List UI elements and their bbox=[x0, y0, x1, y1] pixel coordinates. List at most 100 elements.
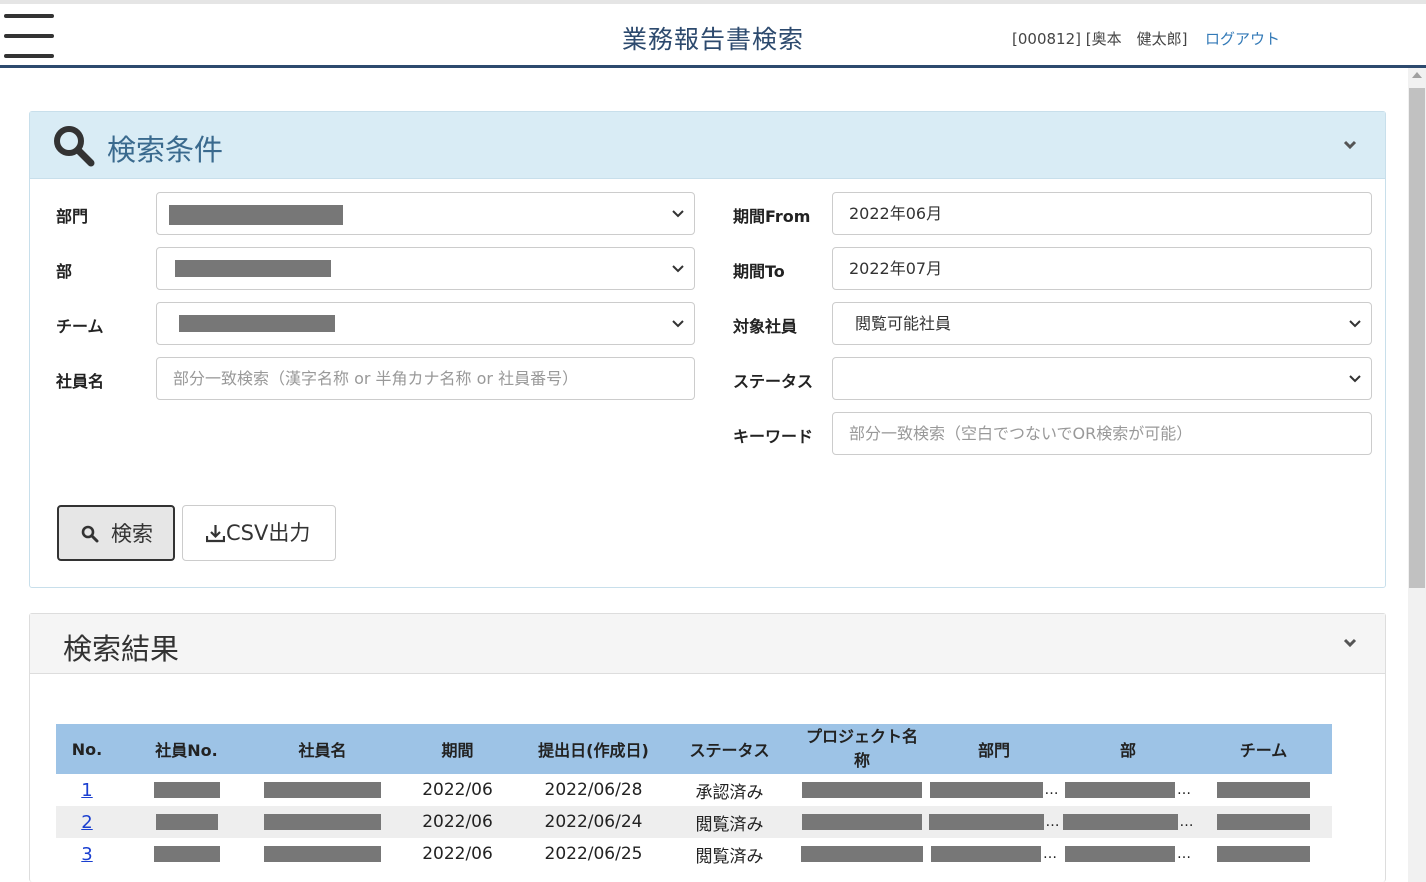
target-employee-select[interactable]: 閲覧可能社員 bbox=[832, 302, 1372, 345]
submitted-date-cell: 2022/06/24 bbox=[544, 812, 643, 832]
search-button-label: 検索 bbox=[111, 522, 153, 546]
download-icon bbox=[206, 525, 225, 543]
redacted-value bbox=[802, 782, 922, 798]
redacted-value bbox=[929, 782, 1043, 798]
target-employee-value: 閲覧可能社員 bbox=[855, 314, 952, 333]
results-panel-title: 検索結果 bbox=[63, 632, 180, 666]
redacted-value bbox=[1065, 846, 1175, 862]
status-cell: 閲覧済み bbox=[695, 846, 764, 867]
period-cell: 2022/06 bbox=[422, 780, 493, 800]
table-row[interactable]: 1 2022/06 2022/06/28 承認済み … … bbox=[56, 774, 1332, 806]
chevron-down-icon bbox=[1349, 375, 1361, 383]
table-row[interactable]: 3 2022/06 2022/06/25 閲覧済み … … bbox=[56, 838, 1332, 870]
column-header: チーム bbox=[1239, 741, 1288, 760]
column-header: ステータス bbox=[689, 741, 770, 760]
status-label: ステータス bbox=[733, 372, 814, 391]
user-info: [000812] [奥本 健太郎] bbox=[1012, 30, 1188, 48]
ellipsis-icon: … bbox=[1043, 846, 1057, 862]
redacted-value bbox=[155, 814, 218, 830]
redacted-value bbox=[928, 814, 1044, 830]
ellipsis-icon: … bbox=[1177, 846, 1191, 862]
chevron-down-icon[interactable] bbox=[1343, 636, 1357, 650]
keyword-input[interactable]: 部分一致検索（空白でつないでOR検索が可能） bbox=[832, 412, 1372, 455]
csv-button-label: CSV出力 bbox=[226, 521, 311, 545]
redacted-value bbox=[1217, 814, 1310, 830]
chevron-down-icon bbox=[672, 210, 684, 218]
redacted-value bbox=[802, 814, 922, 830]
top-bar: 業務報告書検索 [000812] [奥本 健太郎] ログアウト bbox=[0, 0, 1426, 68]
search-conditions-panel: 検索条件 部門 部 チーム 社員名 部分一致検索（漢字名称 or 半角カナ名称 … bbox=[29, 111, 1386, 588]
search-button[interactable]: 検索 bbox=[57, 505, 175, 561]
redacted-value bbox=[175, 260, 331, 277]
team-label: チーム bbox=[56, 317, 104, 336]
division-label: 部 bbox=[56, 262, 73, 281]
ellipsis-icon: … bbox=[1179, 814, 1194, 830]
period-from-label: 期間From bbox=[733, 207, 811, 226]
employee-name-input[interactable]: 部分一致検索（漢字名称 or 半角カナ名称 or 社員番号） bbox=[156, 357, 695, 400]
redacted-value bbox=[179, 315, 335, 332]
redacted-value bbox=[264, 814, 381, 830]
status-cell: 承認済み bbox=[695, 782, 764, 803]
csv-export-button[interactable]: CSV出力 bbox=[182, 505, 336, 561]
chevron-down-icon bbox=[672, 265, 684, 273]
ellipsis-icon: … bbox=[1045, 814, 1060, 830]
redacted-value bbox=[1062, 814, 1178, 830]
redacted-value bbox=[264, 782, 381, 798]
column-header: 社員No. bbox=[155, 741, 218, 760]
results-table: No. 社員No. 社員名 期間 提出日(作成日) ステータス プロジェクト名称… bbox=[56, 724, 1332, 870]
row-link[interactable]: 1 bbox=[81, 780, 92, 801]
redacted-value bbox=[153, 782, 220, 798]
target-employee-label: 対象社員 bbox=[733, 317, 798, 336]
column-header: 部 bbox=[1119, 741, 1136, 760]
row-link[interactable]: 2 bbox=[81, 812, 92, 833]
status-cell: 閲覧済み bbox=[695, 814, 764, 835]
redacted-value bbox=[1217, 782, 1310, 798]
scroll-up-arrow-icon[interactable] bbox=[1412, 72, 1422, 78]
period-cell: 2022/06 bbox=[422, 812, 493, 832]
redacted-value bbox=[153, 846, 220, 862]
status-select[interactable] bbox=[832, 357, 1372, 400]
period-to-input[interactable]: 2022年07月 bbox=[832, 247, 1372, 290]
period-cell: 2022/06 bbox=[422, 844, 493, 864]
period-to-label: 期間To bbox=[733, 262, 785, 281]
search-results-panel: 検索結果 No. 社員No. 社員名 期間 提出日(作成日) ステータス プロジ… bbox=[29, 613, 1386, 882]
column-header: プロジェクト名称 bbox=[805, 727, 918, 770]
table-row[interactable]: 2 2022/06 2022/06/24 閲覧済み … … bbox=[56, 806, 1332, 838]
page-title: 業務報告書検索 bbox=[622, 25, 805, 54]
keyword-label: キーワード bbox=[733, 427, 814, 446]
search-icon bbox=[81, 525, 99, 543]
row-link[interactable]: 3 bbox=[81, 844, 92, 865]
column-header: 社員名 bbox=[298, 741, 347, 760]
ellipsis-icon: … bbox=[1177, 782, 1191, 798]
column-header: 期間 bbox=[441, 741, 474, 760]
vertical-scrollbar[interactable] bbox=[1408, 68, 1426, 882]
period-from-input[interactable]: 2022年06月 bbox=[832, 192, 1372, 235]
table-header-row: No. 社員No. 社員名 期間 提出日(作成日) ステータス プロジェクト名称… bbox=[56, 724, 1332, 774]
department-select[interactable] bbox=[156, 192, 695, 235]
ellipsis-icon: … bbox=[1044, 782, 1059, 798]
chevron-down-icon bbox=[1349, 320, 1361, 328]
chevron-down-icon bbox=[672, 320, 684, 328]
division-select[interactable] bbox=[156, 247, 695, 290]
column-header: 提出日(作成日) bbox=[538, 741, 649, 760]
redacted-value bbox=[1065, 782, 1175, 798]
column-header: No. bbox=[71, 739, 103, 759]
search-panel-header[interactable]: 検索条件 bbox=[30, 112, 1385, 179]
redacted-value bbox=[931, 846, 1041, 862]
submitted-date-cell: 2022/06/28 bbox=[544, 780, 643, 800]
chevron-down-icon[interactable] bbox=[1343, 138, 1357, 152]
results-panel-header[interactable]: 検索結果 bbox=[30, 614, 1385, 674]
hamburger-menu-icon[interactable] bbox=[4, 14, 54, 60]
redacted-value bbox=[1217, 846, 1310, 862]
employee-name-label: 社員名 bbox=[56, 372, 105, 391]
search-icon bbox=[54, 126, 95, 167]
submitted-date-cell: 2022/06/25 bbox=[544, 844, 643, 864]
column-header: 部門 bbox=[977, 741, 1010, 760]
redacted-value bbox=[801, 846, 923, 862]
team-select[interactable] bbox=[156, 302, 695, 345]
redacted-value bbox=[264, 846, 381, 862]
scrollbar-thumb[interactable] bbox=[1409, 88, 1425, 588]
search-panel-title: 検索条件 bbox=[107, 133, 224, 167]
department-label: 部門 bbox=[56, 207, 89, 226]
logout-link[interactable]: ログアウト bbox=[1205, 28, 1280, 49]
